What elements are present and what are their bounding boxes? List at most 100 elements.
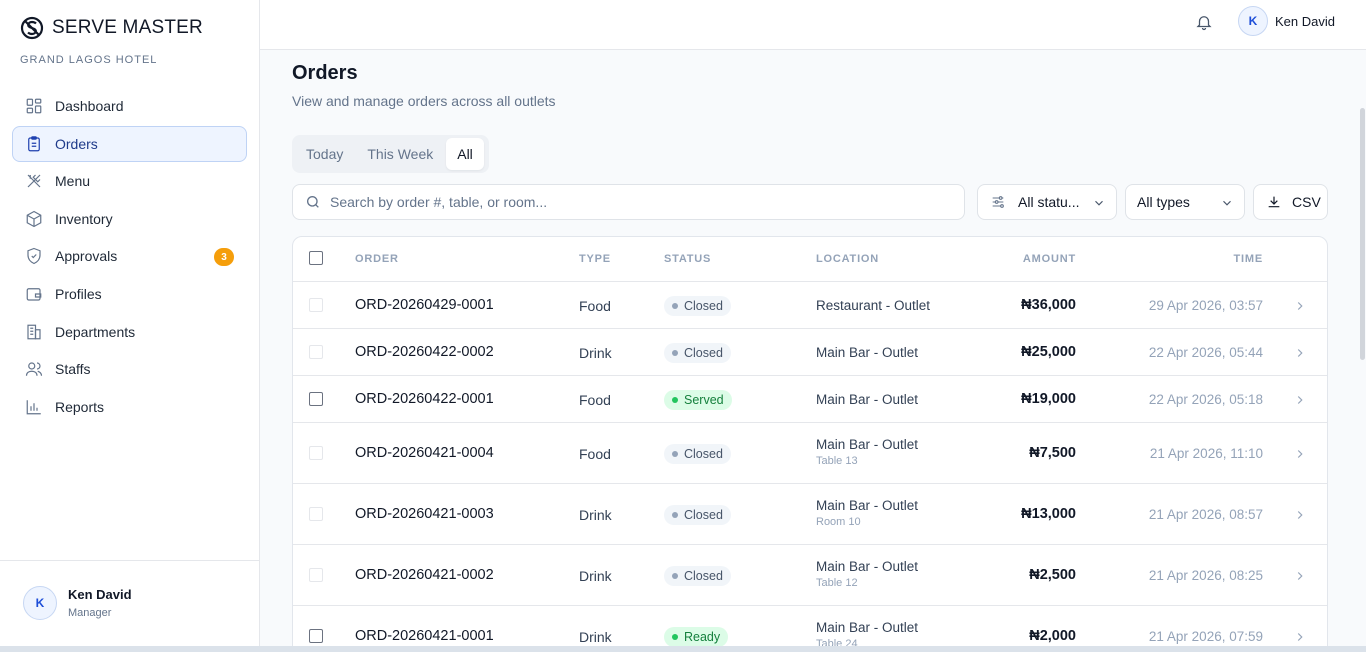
table-row[interactable]: ORD-20260421-0002 Drink Closed Main Bar - O… [293, 545, 1327, 606]
brand[interactable]: SERVE MASTER [20, 16, 203, 40]
header-location[interactable]: LOCATION [816, 253, 879, 265]
avatar[interactable]: K [1238, 6, 1268, 36]
location-detail: Table 13 [816, 455, 858, 467]
sidebar-item-approvals[interactable]: Approvals 3 [12, 238, 247, 274]
chevron-right-icon[interactable] [1293, 447, 1307, 461]
topbar: K Ken David [260, 0, 1366, 50]
order-type: Drink [579, 629, 612, 645]
sidebar-user[interactable]: K Ken David Manager [0, 560, 259, 652]
sidebar-item-menu[interactable]: Menu [12, 163, 247, 199]
table-row[interactable]: ORD-20260422-0002 Drink Closed Main Bar - O… [293, 329, 1327, 376]
status-text: Closed [684, 508, 723, 522]
chevron-right-icon[interactable] [1293, 393, 1307, 407]
location-name: Main Bar - Outlet [816, 620, 919, 635]
row-checkbox [309, 446, 323, 460]
order-location: Main Bar - Outlet [816, 345, 918, 360]
sidebar-item-label: Menu [55, 173, 91, 190]
order-amount: ₦7,500 [1029, 445, 1076, 461]
order-number[interactable]: ORD-20260422-0001 [355, 391, 494, 407]
sidebar-nav: Dashboard Orders Menu Inventory Approval… [12, 88, 247, 426]
sidebar-item-departments[interactable]: Departments [12, 314, 247, 350]
location-name: Restaurant - Outlet [816, 298, 931, 313]
chevron-right-icon[interactable] [1293, 569, 1307, 583]
select-all-checkbox[interactable] [309, 251, 323, 265]
table-row[interactable]: ORD-20260422-0001 Food Served Main Bar - Ou… [293, 376, 1327, 423]
header-order[interactable]: ORDER [355, 253, 399, 265]
table-row[interactable]: ORD-20260421-0004 Food Closed Main Bar - Ou… [293, 423, 1327, 484]
order-time: 21 Apr 2026, 08:57 [1148, 507, 1263, 522]
clipboard-icon [25, 135, 43, 153]
chevron-right-icon[interactable] [1293, 508, 1307, 522]
table-row[interactable]: ORD-20260421-0003 Drink Closed Main Bar - O… [293, 484, 1327, 545]
row-checkbox[interactable] [309, 392, 323, 406]
horizontal-scrollbar[interactable] [0, 646, 1366, 652]
sidebar-item-label: Reports [55, 398, 105, 415]
order-time: 29 Apr 2026, 03:57 [1148, 298, 1263, 313]
bell-icon[interactable] [1195, 13, 1213, 31]
order-location: Main Bar - Outlet [816, 392, 918, 407]
order-number[interactable]: ORD-20260422-0002 [355, 344, 494, 360]
status-dot [672, 634, 678, 640]
order-location: Main Bar - Outlet Table 12 [816, 559, 918, 589]
sidebar-item-staffs[interactable]: Staffs [12, 351, 247, 387]
chevron-right-icon[interactable] [1293, 299, 1307, 313]
main-content: Orders View and manage orders across all… [292, 62, 1328, 652]
order-location: Main Bar - Outlet Room 10 [816, 498, 918, 528]
tab-today[interactable]: Today [295, 138, 354, 170]
header-time[interactable]: TIME [1234, 253, 1263, 265]
status-filter-select[interactable]: All statu... [977, 184, 1117, 220]
tab-this-week[interactable]: This Week [356, 138, 444, 170]
row-checkbox [309, 298, 323, 312]
location-name: Main Bar - Outlet [816, 559, 919, 574]
tab-all[interactable]: All [446, 138, 484, 170]
sidebar-item-label: Inventory [55, 210, 113, 227]
order-amount: ₦19,000 [1021, 391, 1076, 407]
sidebar-item-reports[interactable]: Reports [12, 389, 247, 425]
chevron-down-icon [1223, 200, 1231, 206]
chevron-right-icon[interactable] [1293, 630, 1307, 644]
status-dot [672, 451, 678, 457]
download-icon [1268, 196, 1280, 208]
vertical-scrollbar[interactable] [1358, 50, 1366, 652]
location-name: Main Bar - Outlet [816, 498, 919, 513]
export-csv-button[interactable]: CSV [1253, 184, 1328, 220]
sidebar: SERVE MASTER GRAND LAGOS HOTEL Dashboard… [0, 0, 260, 652]
header-type[interactable]: TYPE [579, 253, 611, 265]
header-amount[interactable]: AMOUNT [1023, 253, 1076, 265]
order-number[interactable]: ORD-20260421-0001 [355, 628, 494, 644]
header-status[interactable]: STATUS [664, 253, 711, 265]
search-box[interactable] [292, 184, 965, 220]
users-icon [25, 360, 43, 378]
type-filter-select[interactable]: All types [1125, 184, 1245, 220]
location-detail: Room 10 [816, 516, 861, 528]
box-icon [25, 210, 43, 228]
table-row[interactable]: ORD-20260429-0001 Food Closed Restaurant - … [293, 282, 1327, 329]
table-header: ORDER TYPE STATUS LOCATION AMOUNT TIME [293, 237, 1327, 282]
wallet-icon [25, 285, 43, 303]
order-time: 22 Apr 2026, 05:44 [1148, 345, 1263, 360]
order-time: 21 Apr 2026, 07:59 [1148, 629, 1263, 644]
order-number[interactable]: ORD-20260421-0003 [355, 506, 494, 522]
sidebar-item-inventory[interactable]: Inventory [12, 201, 247, 237]
orders-table: ORDER TYPE STATUS LOCATION AMOUNT TIME O… [292, 236, 1328, 652]
top-user-name[interactable]: Ken David [1275, 14, 1335, 29]
sidebar-item-orders[interactable]: Orders [12, 125, 247, 162]
sliders-icon [992, 196, 1004, 208]
status-badge: Closed [664, 505, 731, 525]
sidebar-item-dashboard[interactable]: Dashboard [12, 88, 247, 124]
sidebar-item-profiles[interactable]: Profiles [12, 276, 247, 312]
status-badge: Closed [664, 444, 731, 464]
building-icon [25, 323, 43, 341]
row-checkbox[interactable] [309, 629, 323, 643]
chevron-right-icon[interactable] [1293, 346, 1307, 360]
search-input[interactable] [330, 194, 930, 210]
order-number[interactable]: ORD-20260421-0004 [355, 445, 494, 461]
order-number[interactable]: ORD-20260429-0001 [355, 297, 494, 313]
scroll-thumb[interactable] [1360, 108, 1365, 360]
order-type: Drink [579, 507, 612, 523]
status-text: Served [684, 393, 724, 407]
shield-check-icon [25, 247, 43, 265]
order-number[interactable]: ORD-20260421-0002 [355, 567, 494, 583]
status-dot [672, 573, 678, 579]
row-checkbox [309, 345, 323, 359]
